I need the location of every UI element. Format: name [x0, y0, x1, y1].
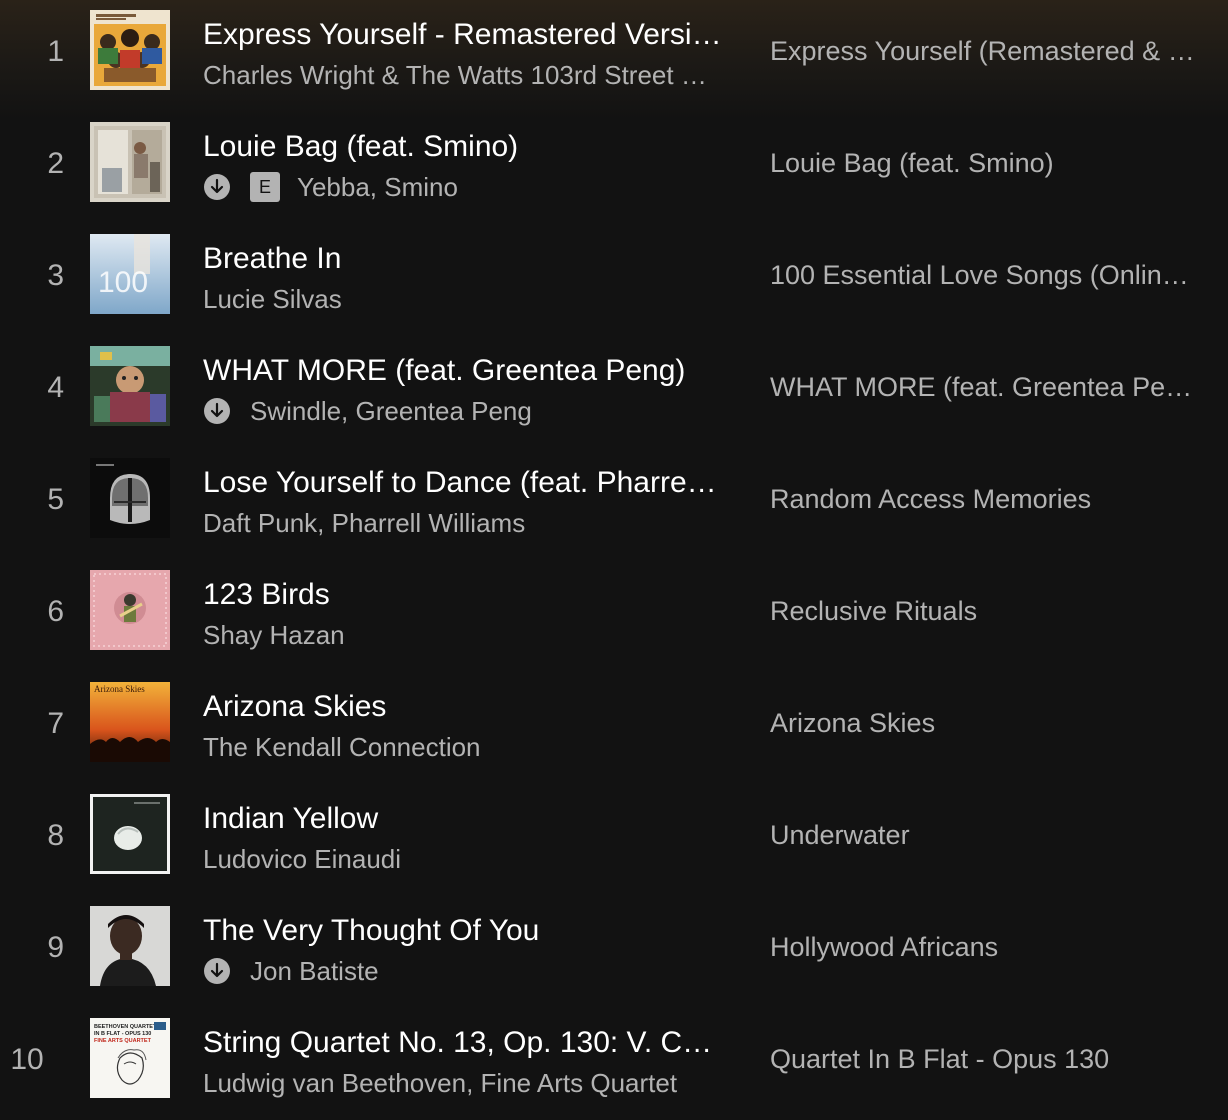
track-artists[interactable]: The Kendall Connection	[203, 730, 481, 764]
track-title[interactable]: The Very Thought Of You	[203, 912, 723, 950]
album-cover-express-yourself[interactable]	[90, 10, 170, 90]
track-row[interactable]: 4 WHAT MORE (feat. Greentea Peng) Swindl…	[0, 336, 1228, 448]
svg-text:100: 100	[98, 266, 148, 299]
track-album[interactable]: Express Yourself (Remastered & Expanded)	[770, 32, 1200, 70]
svg-text:FINE ARTS QUARTET: FINE ARTS QUARTET	[94, 1038, 152, 1044]
album-cover-reclusive-rituals[interactable]	[90, 570, 170, 650]
album-cover-what-more[interactable]	[90, 346, 170, 426]
svg-text:BEETHOVEN QUARTET: BEETHOVEN QUARTET	[94, 1024, 157, 1030]
track-row[interactable]: 7 Arizona Skies Arizona Skies The Kendal…	[0, 672, 1228, 784]
track-row[interactable]: 3 100 Breathe In Lucie Silvas 100 Essent…	[0, 224, 1228, 336]
track-album[interactable]: Random Access Memories	[770, 480, 1200, 518]
track-number: 8	[47, 819, 64, 852]
track-title[interactable]: Arizona Skies	[203, 688, 723, 726]
track-subline: Ludwig van Beethoven, Fine Arts Quartet	[203, 1065, 723, 1101]
album-cover-underwater[interactable]	[90, 794, 170, 874]
track-subline: The Kendall Connection	[203, 729, 723, 765]
track-subline: Swindle, Greentea Peng	[203, 393, 723, 429]
track-album[interactable]: Hollywood Africans	[770, 928, 1200, 966]
album-cover-quartet-b-flat[interactable]: BEETHOVEN QUARTET IN B FLAT - OPUS 130 F…	[90, 1018, 170, 1098]
track-number: 10	[10, 1043, 44, 1076]
track-album[interactable]: WHAT MORE (feat. Greentea Peng)	[770, 368, 1200, 406]
track-number: 6	[47, 595, 64, 628]
track-number: 1	[47, 35, 64, 68]
album-cover-hollywood-africans[interactable]	[90, 906, 170, 986]
track-title[interactable]: Indian Yellow	[203, 800, 723, 838]
track-title[interactable]: 123 Birds	[203, 576, 723, 614]
track-subline: E Yebba, Smino	[203, 169, 723, 205]
track-title[interactable]: Louie Bag (feat. Smino)	[203, 128, 723, 166]
track-album[interactable]: Arizona Skies	[770, 704, 1200, 742]
track-subline: Shay Hazan	[203, 617, 723, 653]
track-title[interactable]: WHAT MORE (feat. Greentea Peng)	[203, 352, 723, 390]
track-album[interactable]: Underwater	[770, 816, 1200, 854]
track-artists[interactable]: Jon Batiste	[250, 954, 379, 988]
track-artists[interactable]: Swindle, Greentea Peng	[250, 394, 532, 428]
track-row[interactable]: 2 Louie Bag (feat. Smino) E Yebba, Smino…	[0, 112, 1228, 224]
track-album[interactable]: Quartet In B Flat - Opus 130	[770, 1040, 1200, 1078]
album-cover-100-essential[interactable]: 100	[90, 234, 170, 314]
track-subline: Daft Punk, Pharrell Williams	[203, 505, 723, 541]
track-album[interactable]: Reclusive Rituals	[770, 592, 1200, 630]
track-artists[interactable]: Shay Hazan	[203, 618, 345, 652]
track-artists[interactable]: Daft Punk, Pharrell Williams	[203, 506, 525, 540]
track-artists[interactable]: Yebba, Smino	[297, 170, 458, 204]
track-artists[interactable]: Ludovico Einaudi	[203, 842, 401, 876]
track-row[interactable]: 10 BEETHOVEN QUARTET IN B FLAT - OPUS 13…	[0, 1008, 1228, 1120]
svg-text:IN B FLAT - OPUS 130: IN B FLAT - OPUS 130	[94, 1031, 151, 1037]
track-album[interactable]: Louie Bag (feat. Smino)	[770, 144, 1200, 182]
track-subline: Ludovico Einaudi	[203, 841, 723, 877]
track-artists[interactable]: Charles Wright & The Watts 103rd Street …	[203, 58, 723, 92]
track-subline: Jon Batiste	[203, 953, 723, 989]
track-number: 9	[47, 931, 64, 964]
downloaded-icon	[204, 174, 230, 200]
explicit-badge: E	[250, 172, 280, 202]
track-number: 5	[47, 483, 64, 516]
track-album[interactable]: 100 Essential Love Songs (Online Version…	[770, 256, 1200, 294]
album-cover-random-access-memories[interactable]	[90, 458, 170, 538]
album-cover-louie-bag[interactable]	[90, 122, 170, 202]
track-artists[interactable]: Lucie Silvas	[203, 282, 342, 316]
track-row[interactable]: 5 Lose Yourself to Dance (feat. Pharrell…	[0, 448, 1228, 560]
svg-text:Arizona Skies: Arizona Skies	[94, 684, 145, 694]
track-artists[interactable]: Ludwig van Beethoven, Fine Arts Quartet	[203, 1066, 677, 1100]
downloaded-icon	[204, 958, 230, 984]
track-row[interactable]: 1 Express Yourself - Remastered Version …	[0, 0, 1228, 112]
track-title[interactable]: Lose Yourself to Dance (feat. Pharrell W…	[203, 464, 723, 502]
track-row[interactable]: 9 The Very Thought Of You Jon Batiste Ho…	[0, 896, 1228, 1008]
downloaded-icon	[204, 398, 230, 424]
track-subline: Charles Wright & The Watts 103rd Street …	[203, 57, 723, 93]
album-cover-arizona-skies[interactable]: Arizona Skies	[90, 682, 170, 762]
track-number: 7	[47, 707, 64, 740]
track-title[interactable]: Breathe In	[203, 240, 723, 278]
track-number: 3	[47, 259, 64, 292]
track-row[interactable]: 8 Indian Yellow Ludovico Einaudi Underwa…	[0, 784, 1228, 896]
track-number: 4	[47, 371, 64, 404]
track-title[interactable]: Express Yourself - Remastered Version	[203, 16, 723, 54]
track-row[interactable]: 6 123 Birds Shay Hazan Reclusive Rituals	[0, 560, 1228, 672]
track-number: 2	[47, 147, 64, 180]
track-subline: Lucie Silvas	[203, 281, 723, 317]
track-title[interactable]: String Quartet No. 13, Op. 130: V. Cavat…	[203, 1024, 723, 1062]
